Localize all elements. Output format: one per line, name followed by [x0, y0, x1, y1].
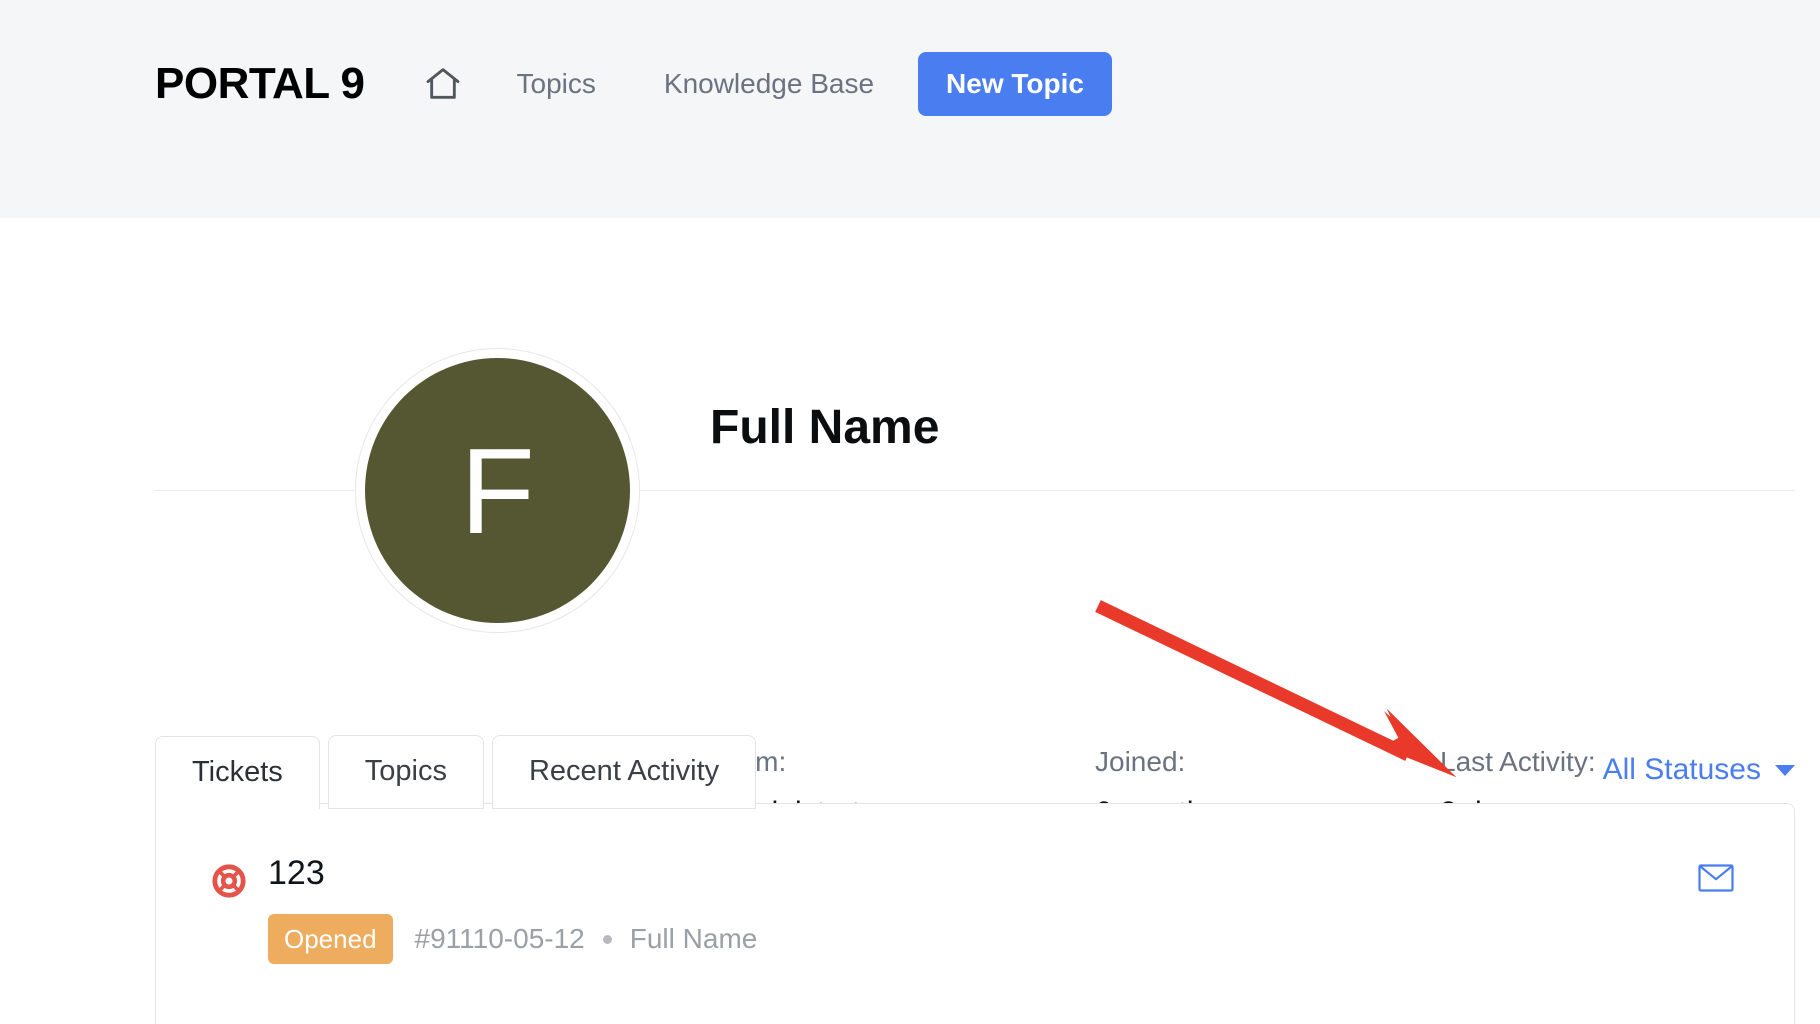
ticket-reference: #91110-05-12: [414, 923, 585, 954]
tab-recent-activity[interactable]: Recent Activity: [491, 735, 757, 809]
lifebuoy-icon: [212, 864, 246, 898]
page-root: PORTAL 9 Topics Knowledge Base New Topic…: [0, 0, 1820, 1024]
ticket-subline: Opened #91110-05-12 Full Name: [268, 914, 1698, 964]
home-icon[interactable]: [421, 62, 465, 106]
lifebuoy-icon-glyph: [212, 864, 246, 898]
status-filter-label: All Statuses: [1602, 753, 1761, 786]
chevron-down-icon: [1775, 764, 1795, 776]
tab-bar: Tickets Topics Recent Activity: [155, 735, 764, 810]
mail-icon-glyph: [1698, 864, 1734, 892]
avatar-initial: F: [365, 358, 630, 623]
status-badge: Opened: [268, 914, 393, 964]
page-title: Full Name: [710, 401, 940, 454]
top-navigation-inner: PORTAL 9 Topics Knowledge Base New Topic: [155, 52, 1112, 116]
brand-logo[interactable]: PORTAL 9: [155, 62, 365, 106]
tickets-panel: 123 Opened #91110-05-12 Full Name: [155, 803, 1795, 1024]
nav-link-topics[interactable]: Topics: [517, 70, 596, 98]
table-row[interactable]: 123 Opened #91110-05-12 Full Name: [156, 804, 1794, 1004]
tab-topics[interactable]: Topics: [327, 735, 484, 809]
new-topic-button[interactable]: New Topic: [918, 52, 1112, 116]
meta-label-team: Team:: [710, 748, 1095, 776]
home-icon-glyph: [426, 68, 459, 99]
nav-link-knowledge-base[interactable]: Knowledge Base: [664, 70, 874, 98]
top-navigation-bar: PORTAL 9 Topics Knowledge Base New Topic: [0, 0, 1820, 218]
meta-label-joined: Joined:: [1095, 746, 1186, 777]
ticket-body: 123 Opened #91110-05-12 Full Name: [268, 856, 1698, 964]
avatar[interactable]: F: [355, 348, 640, 633]
ticket-title[interactable]: 123: [268, 856, 1698, 890]
mail-icon[interactable]: [1698, 864, 1734, 897]
separator-dot-icon: [602, 934, 612, 944]
status-filter-dropdown[interactable]: All Statuses: [1603, 755, 1795, 785]
ticket-author: Full Name: [629, 923, 758, 954]
tab-tickets[interactable]: Tickets: [155, 736, 320, 810]
